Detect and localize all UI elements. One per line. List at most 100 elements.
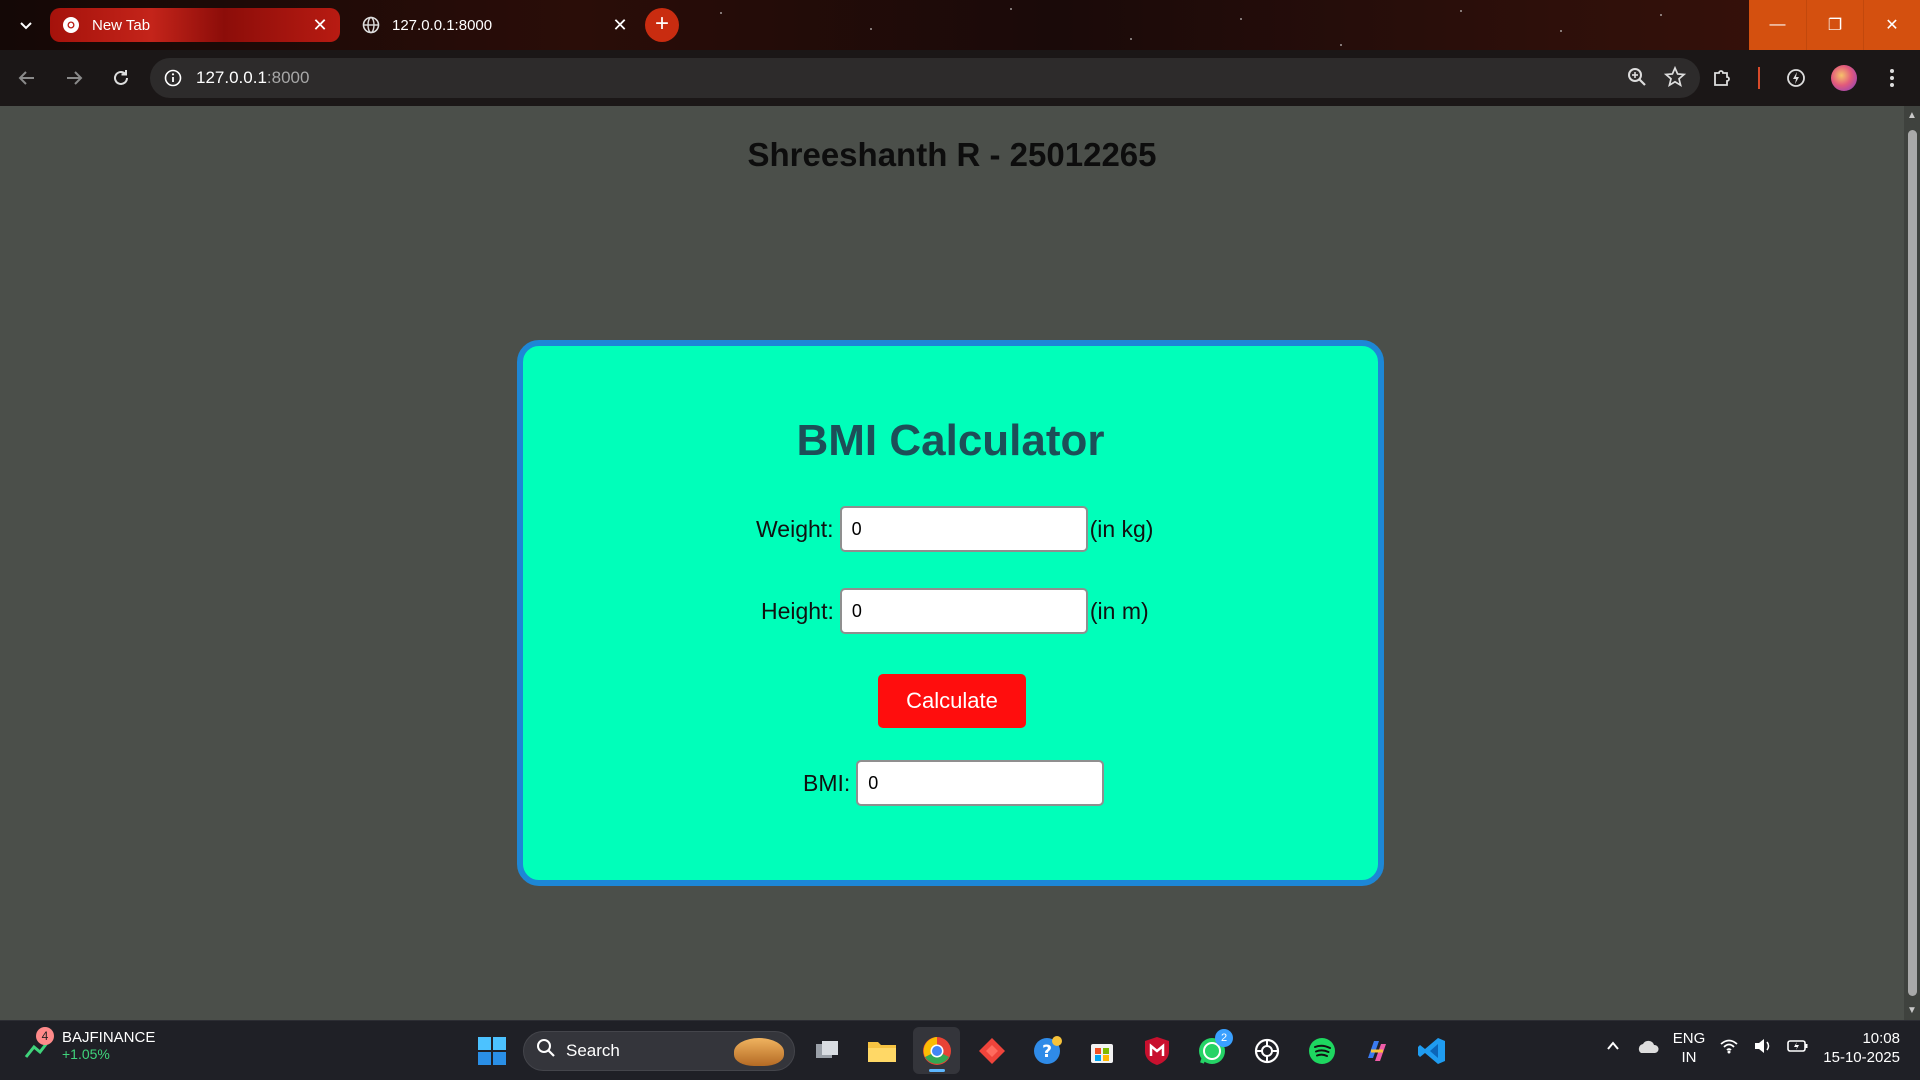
spotify-button[interactable] (1298, 1027, 1345, 1074)
volume-icon[interactable] (1753, 1038, 1773, 1058)
omnibox-actions (1626, 65, 1687, 93)
mcafee-shield-icon (1144, 1036, 1169, 1065)
height-input[interactable] (839, 588, 1088, 634)
search-icon (536, 1038, 556, 1063)
search-placeholder: Search (566, 1040, 620, 1060)
close-icon[interactable]: ✕ (608, 13, 632, 37)
mcafee-button[interactable] (1133, 1027, 1180, 1074)
site-info-icon[interactable] (162, 67, 184, 89)
profile-button[interactable] (1824, 58, 1864, 98)
extensions-button[interactable] (1702, 58, 1742, 98)
star-decoration (1660, 14, 1662, 16)
chrome-taskbar-button[interactable] (913, 1027, 960, 1074)
star-decoration (720, 12, 722, 14)
avatar (1831, 65, 1857, 91)
zoom-icon[interactable] (1626, 66, 1648, 93)
scroll-down-icon[interactable]: ▼ (1907, 1005, 1917, 1016)
performance-button[interactable] (1776, 58, 1816, 98)
scrollbar[interactable]: ▲ ▼ (1904, 106, 1920, 1020)
restore-button[interactable]: ❐ (1806, 0, 1863, 50)
close-icon: ✕ (1885, 17, 1899, 34)
kebab-menu-icon (1890, 69, 1894, 87)
wifi-icon[interactable] (1719, 1038, 1739, 1058)
task-view-button[interactable] (803, 1027, 850, 1074)
store-button[interactable] (1078, 1027, 1125, 1074)
copilot-icon (1367, 1040, 1386, 1061)
onedrive-cloud-icon[interactable] (1635, 1038, 1659, 1058)
forward-button[interactable] (54, 58, 94, 98)
page-viewport: Shreeshanth R - 25012265 BMI Calculator … (0, 106, 1904, 1020)
chatgpt-button[interactable] (1243, 1027, 1290, 1074)
system-tray: ENG IN 10:08 15-10-2025 (1605, 1029, 1900, 1067)
star-decoration (870, 28, 872, 30)
lang-primary: ENG (1672, 1030, 1706, 1047)
reload-button[interactable] (101, 58, 141, 98)
close-window-button[interactable]: ✕ (1863, 0, 1920, 50)
globe-icon (362, 16, 380, 34)
lang-region: IN (1681, 1049, 1697, 1066)
new-tab-button[interactable]: + (645, 8, 679, 42)
chrome-icon (62, 16, 80, 34)
toolbar-divider (1758, 67, 1760, 89)
anydesk-button[interactable] (968, 1027, 1015, 1074)
minimize-icon: — (1769, 16, 1786, 33)
start-button[interactable] (468, 1027, 515, 1074)
reload-icon (114, 70, 128, 85)
tab-title: New Tab (92, 16, 151, 34)
speed-icon (1787, 69, 1805, 87)
clock[interactable]: 10:08 15-10-2025 (1823, 1029, 1900, 1067)
stock-widget[interactable]: 4 BAJFINANCE +1.05% (24, 1026, 155, 1062)
help-icon: ? (1033, 1035, 1062, 1064)
star-decoration (1340, 44, 1342, 46)
stock-change: +1.05% (62, 1046, 110, 1062)
windows-icon (477, 1036, 506, 1065)
calculate-button[interactable]: Calculate (878, 674, 1026, 728)
file-explorer-button[interactable] (858, 1027, 905, 1074)
bmi-label: BMI: (803, 769, 851, 796)
language-indicator[interactable]: ENG IN (1673, 1029, 1706, 1067)
taskbar-search[interactable]: Search (523, 1030, 795, 1071)
chevron-up-icon[interactable] (1605, 1038, 1621, 1058)
back-button[interactable] (7, 58, 47, 98)
tab-title: 127.0.0.1:8000 (392, 16, 493, 34)
restore-icon: ❐ (1827, 17, 1843, 34)
notification-badge: 2 (1215, 1029, 1233, 1047)
whatsapp-button[interactable]: 2 (1188, 1027, 1235, 1074)
scroll-up-icon[interactable]: ▲ (1907, 110, 1917, 121)
spotify-icon (1308, 1037, 1335, 1064)
height-unit: (in m) (1089, 597, 1149, 624)
copilot-button[interactable] (1353, 1027, 1400, 1074)
scroll-thumb[interactable] (1908, 130, 1917, 996)
star-decoration (1130, 38, 1132, 40)
help-button[interactable]: ? (1023, 1027, 1070, 1074)
minimize-button[interactable]: — (1749, 0, 1806, 50)
bmi-row: BMI: (803, 760, 1105, 806)
svg-text:?: ? (1042, 1042, 1052, 1062)
vscode-button[interactable] (1408, 1027, 1455, 1074)
bookmark-star-icon[interactable] (1663, 65, 1687, 93)
tab-search-dropdown[interactable] (12, 12, 40, 38)
height-label: Height: (761, 597, 834, 624)
taskbar-apps: Search ? 2 (468, 1027, 1455, 1074)
url-host: 127.0.0.1 (196, 68, 267, 87)
arrow-left-icon (18, 71, 34, 85)
address-bar[interactable]: 127.0.0.1:8000 (150, 58, 1700, 98)
pie-illustration-icon (734, 1037, 784, 1066)
battery-icon[interactable] (1787, 1038, 1809, 1058)
anydesk-icon (978, 1037, 1005, 1064)
notification-badge: 4 (36, 1026, 54, 1045)
tab-new-tab[interactable]: New Tab ✕ (50, 8, 340, 42)
menu-button[interactable] (1872, 58, 1912, 98)
star-decoration (1560, 30, 1562, 32)
task-view-icon (815, 1040, 838, 1058)
bmi-output[interactable] (856, 760, 1105, 806)
weight-row: Weight: (in kg) (756, 506, 1153, 552)
chatgpt-icon (1254, 1038, 1279, 1063)
close-icon[interactable]: ✕ (308, 13, 332, 37)
puzzle-icon (1714, 70, 1730, 86)
bmi-card: BMI Calculator Weight: (in kg) Height: (… (517, 340, 1384, 886)
weight-unit: (in kg) (1089, 515, 1154, 542)
height-row: Height: (in m) (761, 588, 1149, 634)
weight-input[interactable] (839, 506, 1088, 552)
tab-localhost[interactable]: 127.0.0.1:8000 ✕ (350, 8, 640, 42)
